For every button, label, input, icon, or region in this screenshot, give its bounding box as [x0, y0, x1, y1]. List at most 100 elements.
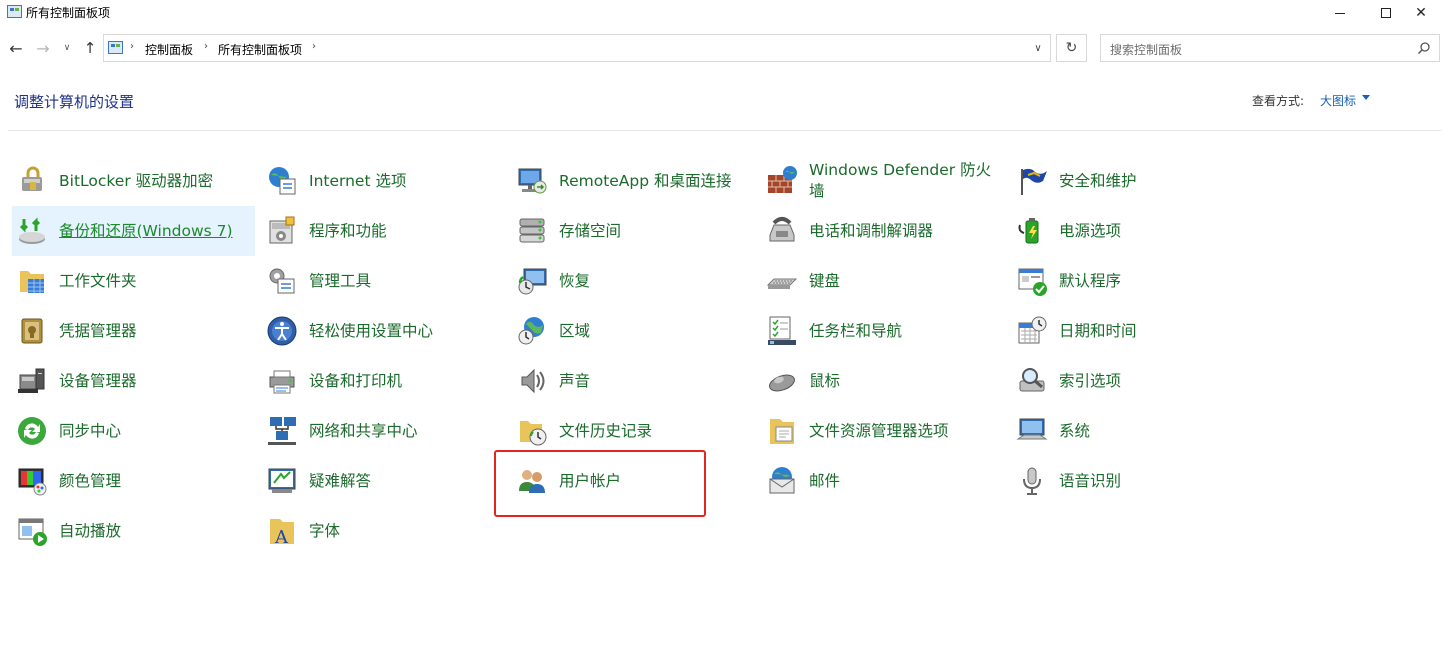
control-panel-item-label[interactable]: 系统 — [1059, 406, 1249, 456]
control-panel-item[interactable]: 自动播放 — [12, 506, 255, 556]
control-panel-item[interactable]: 鼠标 — [762, 356, 1005, 406]
control-panel-item-label[interactable]: RemoteApp 和桌面连接 — [559, 156, 749, 206]
control-panel-item[interactable]: A 字体 — [262, 506, 505, 556]
control-panel-item[interactable]: 网络和共享中心 — [262, 406, 505, 456]
region-icon — [516, 315, 548, 347]
control-panel-item-label[interactable]: 设备和打印机 — [309, 356, 499, 406]
control-panel-item[interactable]: 默认程序 — [1012, 256, 1255, 306]
control-panel-item[interactable]: Windows Defender 防火墙 — [762, 156, 1005, 206]
troubleshooting-icon — [266, 465, 298, 497]
control-panel-item[interactable]: 设备管理器 — [12, 356, 255, 406]
control-panel-item-label[interactable]: 邮件 — [809, 456, 999, 506]
control-panel-item[interactable]: 管理工具 — [262, 256, 505, 306]
back-arrow-icon: ← — [9, 38, 23, 58]
control-panel-item-label[interactable]: 管理工具 — [309, 256, 499, 306]
control-panel-item[interactable]: BitLocker 驱动器加密 — [12, 156, 255, 206]
control-panel-item-label[interactable]: 区域 — [559, 306, 749, 356]
control-panel-item[interactable]: 备份和还原(Windows 7) — [12, 206, 255, 256]
view-by-dropdown[interactable]: 大图标 — [1320, 92, 1356, 109]
control-panel-item[interactable]: 恢复 — [512, 256, 755, 306]
refresh-button[interactable]: ↻ — [1056, 34, 1087, 62]
control-panel-item[interactable]: 文件历史记录 — [512, 406, 755, 456]
control-panel-item-label[interactable]: 鼠标 — [809, 356, 999, 406]
control-panel-item-label[interactable]: 备份和还原(Windows 7) — [59, 206, 249, 256]
control-panel-item-label[interactable]: 电源选项 — [1059, 206, 1249, 256]
address-dropdown-button[interactable]: ∨ — [1026, 34, 1050, 62]
control-panel-item-label[interactable]: 文件历史记录 — [559, 406, 749, 456]
control-panel-item-label[interactable]: 日期和时间 — [1059, 306, 1249, 356]
control-panel-item[interactable]: 系统 — [1012, 406, 1255, 456]
close-button[interactable]: ✕ — [1398, 0, 1444, 26]
control-panel-item-label[interactable]: 字体 — [309, 506, 499, 556]
control-panel-item[interactable]: 疑难解答 — [262, 456, 505, 506]
search-input[interactable]: 搜索控制面板 — [1100, 34, 1440, 62]
control-panel-item-label[interactable]: BitLocker 驱动器加密 — [59, 156, 249, 206]
control-panel-item[interactable]: 电源选项 — [1012, 206, 1255, 256]
control-panel-item[interactable]: 日期和时间 — [1012, 306, 1255, 356]
control-panel-item[interactable]: RemoteApp 和桌面连接 — [512, 156, 755, 206]
control-panel-item[interactable]: 区域 — [512, 306, 755, 356]
control-panel-item[interactable]: 工作文件夹 — [12, 256, 255, 306]
control-panel-item-label[interactable]: Windows Defender 防火墙 — [809, 156, 999, 206]
control-panel-item[interactable]: 电话和调制解调器 — [762, 206, 1005, 256]
control-panel-item-label[interactable]: 存储空间 — [559, 206, 749, 256]
control-panel-item[interactable]: 设备和打印机 — [262, 356, 505, 406]
control-panel-item-label[interactable]: 电话和调制解调器 — [809, 206, 999, 256]
page-title: 调整计算机的设置 — [14, 93, 135, 111]
control-panel-item-label[interactable]: 设备管理器 — [59, 356, 249, 406]
control-panel-item-label[interactable]: 索引选项 — [1059, 356, 1249, 406]
control-panel-item[interactable]: 声音 — [512, 356, 755, 406]
caret-down-icon[interactable] — [1362, 95, 1370, 100]
control-panel-item[interactable]: 轻松使用设置中心 — [262, 306, 505, 356]
mail-icon — [766, 465, 798, 497]
control-panel-item-label[interactable]: 轻松使用设置中心 — [309, 306, 499, 356]
control-panel-item-label[interactable]: 工作文件夹 — [59, 256, 249, 306]
recent-locations-button[interactable]: ∨ — [60, 37, 74, 59]
control-panel-item[interactable]: 颜色管理 — [12, 456, 255, 506]
control-panel-item-label[interactable]: 默认程序 — [1059, 256, 1249, 306]
control-panel-item[interactable]: 索引选项 — [1012, 356, 1255, 406]
control-panel-item-label[interactable]: 安全和维护 — [1059, 156, 1249, 206]
control-panel-item-label[interactable]: 声音 — [559, 356, 749, 406]
control-panel-item-label[interactable]: 凭据管理器 — [59, 306, 249, 356]
control-panel-item[interactable]: Internet 选项 — [262, 156, 505, 206]
breadcrumb-chevron-icon[interactable]: › — [204, 41, 208, 52]
control-panel-item-label[interactable]: Internet 选项 — [309, 156, 499, 206]
breadcrumb-all-items[interactable]: 所有控制面板项 — [218, 41, 302, 58]
control-panel-item-label[interactable]: 语音识别 — [1059, 456, 1249, 506]
control-panel-item[interactable]: 邮件 — [762, 456, 1005, 506]
control-panel-item[interactable]: 语音识别 — [1012, 456, 1255, 506]
up-button[interactable]: ↑ — [80, 37, 100, 59]
breadcrumb-chevron-icon[interactable]: › — [312, 41, 316, 52]
control-panel-item-label[interactable]: 网络和共享中心 — [309, 406, 499, 456]
chevron-down-icon: ∨ — [63, 43, 71, 53]
up-arrow-icon: ↑ — [83, 39, 97, 57]
control-panel-item-label[interactable]: 恢复 — [559, 256, 749, 306]
minimize-button[interactable] — [1317, 0, 1363, 26]
control-panel-item[interactable]: 凭据管理器 — [12, 306, 255, 356]
control-panel-item-label[interactable]: 文件资源管理器选项 — [809, 406, 999, 456]
back-button[interactable]: ← — [6, 37, 26, 59]
control-panel-item-label[interactable]: 程序和功能 — [309, 206, 499, 256]
control-panel-item[interactable]: 程序和功能 — [262, 206, 505, 256]
default-programs-icon — [1016, 265, 1048, 297]
control-panel-item[interactable]: 键盘 — [762, 256, 1005, 306]
breadcrumb-chevron-icon[interactable]: › — [130, 41, 134, 52]
control-panel-item-label[interactable]: 疑难解答 — [309, 456, 499, 506]
search-icon[interactable] — [1417, 41, 1431, 55]
control-panel-item-label[interactable]: 键盘 — [809, 256, 999, 306]
address-bar[interactable]: › 控制面板 › 所有控制面板项 › — [103, 34, 1051, 62]
control-panel-item-label[interactable]: 任务栏和导航 — [809, 306, 999, 356]
speech-recognition-icon — [1016, 465, 1048, 497]
devices-printers-icon — [266, 365, 298, 397]
control-panel-item[interactable]: 安全和维护 — [1012, 156, 1255, 206]
control-panel-item[interactable]: 同步中心 — [12, 406, 255, 456]
control-panel-item-label[interactable]: 颜色管理 — [59, 456, 249, 506]
breadcrumb-control-panel[interactable]: 控制面板 — [145, 41, 193, 58]
control-panel-item[interactable]: 文件资源管理器选项 — [762, 406, 1005, 456]
control-panel-item-label[interactable]: 同步中心 — [59, 406, 249, 456]
forward-button[interactable]: → — [33, 37, 53, 59]
control-panel-item-label[interactable]: 自动播放 — [59, 506, 249, 556]
control-panel-item[interactable]: 存储空间 — [512, 206, 755, 256]
control-panel-item[interactable]: 任务栏和导航 — [762, 306, 1005, 356]
